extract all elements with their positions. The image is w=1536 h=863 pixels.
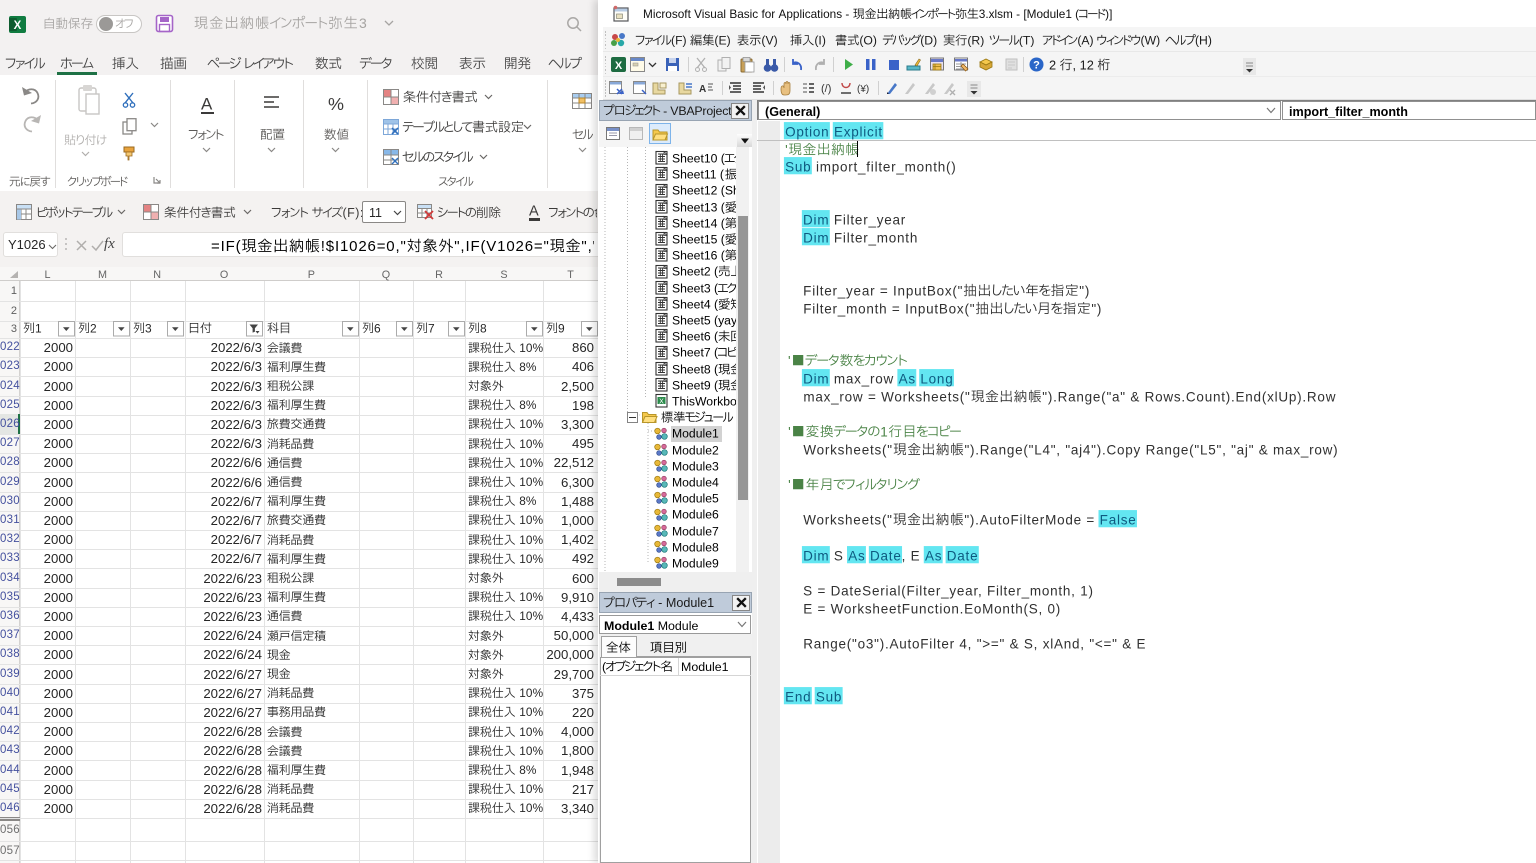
svg-text:Worksheets(": Worksheets(": [803, 442, 892, 457]
svg-text:Dim: Dim: [803, 230, 829, 245]
svg-text:9: 9: [558, 321, 565, 335]
svg-text:(F): (F): [671, 34, 687, 48]
svg-text:(V): (V): [761, 34, 777, 48]
svg-text:(/): (/): [821, 83, 831, 95]
svg-text:?: ?: [1033, 60, 1040, 72]
svg-text:",IF(V1026=": ",IF(V1026=": [454, 238, 549, 255]
svg-text:(R): (R): [967, 34, 984, 48]
svg-text:A: A: [699, 84, 706, 95]
svg-text:6: 6: [374, 321, 381, 335]
svg-text:Range("o3").AutoFilter 4, ">=": Range("o3").AutoFilter 4, ">=" & S, xlAn…: [803, 636, 1146, 651]
svg-text:X: X: [14, 20, 22, 32]
svg-text:(T): (T): [1019, 34, 1035, 48]
svg-text:import_filter_month(): import_filter_month(): [811, 160, 956, 175]
svg-text:S: S: [829, 548, 848, 563]
svg-text:2: 2: [90, 321, 97, 335]
svg-text:3: 3: [145, 321, 152, 335]
svg-text:!$I1026=0,": !$I1026=0,": [321, 238, 407, 255]
svg-text:As: As: [848, 548, 865, 563]
svg-text:Date: Date: [870, 548, 902, 563]
svg-text:End: End: [785, 689, 811, 704]
svg-text:(W): (W): [1141, 34, 1161, 48]
svg-text:"): "): [1091, 301, 1102, 316]
svg-text:(: (: [602, 659, 607, 673]
svg-text:=IF(: =IF(: [211, 238, 241, 255]
svg-text:3: 3: [359, 15, 368, 31]
svg-text:(O): (O): [859, 34, 877, 48]
svg-text:)]: )]: [1105, 7, 1112, 21]
svg-text:Date: Date: [947, 548, 979, 563]
svg-text:Dim: Dim: [803, 548, 829, 563]
svg-text:").Range("L4", "aj4").Copy Ran: ").Range("L4", "aj4").Copy Range("L5", "…: [964, 442, 1338, 457]
svg-text:",": ",": [581, 238, 594, 255]
svg-text:7: 7: [428, 321, 435, 335]
svg-text:(¥): (¥): [857, 84, 869, 95]
svg-text:(H): (H): [1195, 34, 1212, 48]
svg-text:max_row = Worksheets(": max_row = Worksheets(": [803, 389, 970, 404]
svg-text:").AutoFilterMode =: ").AutoFilterMode =: [964, 513, 1099, 528]
svg-text:Sub: Sub: [816, 689, 842, 704]
svg-text:X: X: [615, 60, 623, 72]
svg-text:Microsoft Visual Basic for App: Microsoft Visual Basic for Applications …: [643, 7, 853, 21]
svg-text:, 12: , 12: [1072, 57, 1097, 72]
svg-text:8: 8: [480, 321, 487, 335]
svg-text:").Range("a" & Rows.Count).End: ").Range("a" & Rows.Count).End(xlUp).Row: [1042, 389, 1336, 404]
svg-text:- Module1: - Module1: [655, 596, 714, 610]
svg-text:As: As: [925, 548, 942, 563]
svg-text:Sub: Sub: [785, 160, 811, 175]
svg-text:(F):: (F):: [342, 205, 363, 219]
svg-text:Filter_month = InputBox(": Filter_month = InputBox(": [803, 301, 975, 316]
svg-text:(I): (I): [814, 34, 826, 48]
svg-text:(E): (E): [714, 34, 730, 48]
svg-text:X: X: [659, 399, 664, 406]
svg-text:1: 1: [35, 321, 42, 335]
svg-text:': ': [788, 354, 791, 369]
svg-text:, E: , E: [902, 548, 925, 563]
svg-text:(D): (D): [920, 34, 937, 48]
svg-text:Module9: Module9: [672, 557, 719, 571]
svg-text:E = WorksheetFunction.EoMonth(: E = WorksheetFunction.EoMonth(S, 0): [803, 601, 1061, 616]
svg-text:- VBAProject: - VBAProject: [660, 104, 732, 118]
svg-text:(A): (A): [1077, 34, 1093, 48]
svg-text:': ': [788, 424, 791, 439]
svg-text:': ': [788, 477, 791, 492]
svg-text:False: False: [1100, 513, 1137, 528]
svg-text:3.xlsm - [Module1 (: 3.xlsm - [Module1 (: [979, 7, 1079, 21]
svg-text:2: 2: [1049, 57, 1060, 72]
svg-text:%: %: [328, 94, 344, 114]
svg-text:Worksheets(": Worksheets(": [803, 513, 892, 528]
svg-text:Filter_month: Filter_month: [829, 230, 918, 245]
